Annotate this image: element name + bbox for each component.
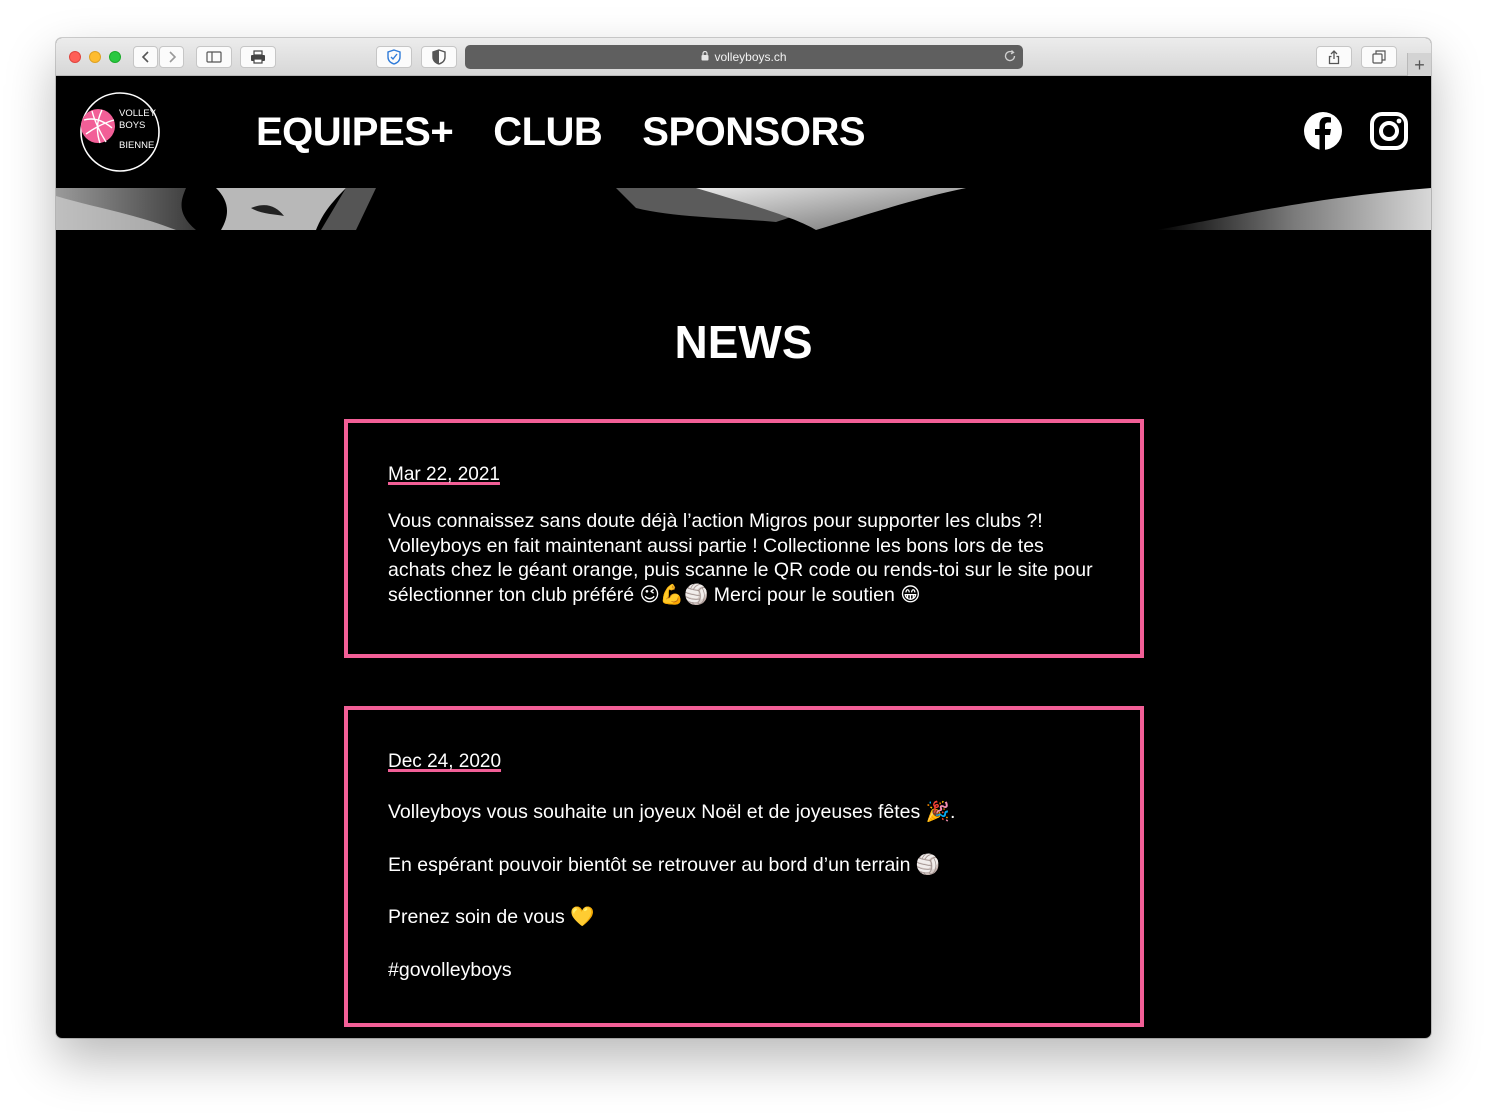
post-text: Prenez soin de vous 💛 xyxy=(388,906,595,928)
url-text: volleyboys.ch xyxy=(714,50,787,64)
privacy-report-button[interactable] xyxy=(376,46,412,68)
hero-photo xyxy=(56,188,1431,230)
tab-overview-button[interactable] xyxy=(1361,46,1397,68)
shield-check-icon xyxy=(387,49,401,65)
nav-equipes[interactable]: EQUIPES+ xyxy=(256,108,454,156)
zoom-window-button[interactable] xyxy=(109,51,121,63)
nav-club[interactable]: CLUB xyxy=(493,108,603,156)
nav-sponsors[interactable]: SPONSORS xyxy=(642,108,865,156)
news-card: Mar 22, 2021 Vous connaissez sans doute … xyxy=(344,419,1144,658)
share-button[interactable] xyxy=(1316,46,1352,68)
post-hashtag[interactable]: #govolleyboys xyxy=(388,958,1100,983)
tabs-icon xyxy=(1372,50,1386,64)
instagram-icon[interactable] xyxy=(1369,111,1409,151)
extension-button[interactable] xyxy=(421,46,457,68)
close-window-button[interactable] xyxy=(69,51,81,63)
browser-toolbar: volleyboys.ch + xyxy=(56,38,1431,76)
plus-icon: + xyxy=(1414,54,1425,75)
sidebar-button[interactable] xyxy=(196,46,232,68)
post-text: Volleyboys vous souhaite un joyeux Noël … xyxy=(388,801,956,823)
printer-icon xyxy=(251,50,265,64)
site-header: VOLLEY BOYS BIENNE EQUIPES+ CLUB SPONSOR… xyxy=(56,76,1431,188)
reload-icon[interactable] xyxy=(1003,49,1017,66)
sidebar-icon xyxy=(206,51,222,63)
post-text: Vous connaissez sans doute déjà l’action… xyxy=(388,510,1093,606)
chevron-left-icon xyxy=(141,51,149,63)
page-title: NEWS xyxy=(674,316,813,368)
new-tab-button[interactable]: + xyxy=(1407,53,1431,76)
chevron-right-icon xyxy=(168,51,176,63)
post-date-link[interactable]: Dec 24, 2020 xyxy=(388,750,501,774)
hero-image xyxy=(56,188,1431,230)
logo-line-2: BOYS xyxy=(119,120,145,131)
half-shield-icon xyxy=(432,49,446,65)
lock-icon xyxy=(701,50,709,64)
news-card: Dec 24, 2020 Volleyboys vous souhaite un… xyxy=(344,706,1144,1027)
logo-line-1: VOLLEY xyxy=(119,108,157,119)
share-icon xyxy=(1328,49,1340,64)
facebook-icon[interactable] xyxy=(1303,111,1343,151)
main-nav: EQUIPES+ CLUB SPONSORS xyxy=(256,108,866,156)
post-text: En espérant pouvoir bientôt se retrouver… xyxy=(388,853,941,876)
browser-window: volleyboys.ch + VOLLEY BOYS BIENNE EQUIP… xyxy=(56,38,1431,1038)
logo-line-3: BIENNE xyxy=(119,140,154,151)
post-date-link[interactable]: Mar 22, 2021 xyxy=(388,463,500,487)
address-bar[interactable]: volleyboys.ch xyxy=(465,45,1023,69)
print-button[interactable] xyxy=(240,46,276,68)
forward-button[interactable] xyxy=(159,46,184,68)
minimize-window-button[interactable] xyxy=(89,51,101,63)
social-links xyxy=(1303,111,1409,151)
back-button[interactable] xyxy=(133,46,158,68)
club-logo[interactable]: VOLLEY BOYS BIENNE xyxy=(78,90,162,174)
volleyboys-logo-icon: VOLLEY BOYS BIENNE xyxy=(80,92,160,172)
